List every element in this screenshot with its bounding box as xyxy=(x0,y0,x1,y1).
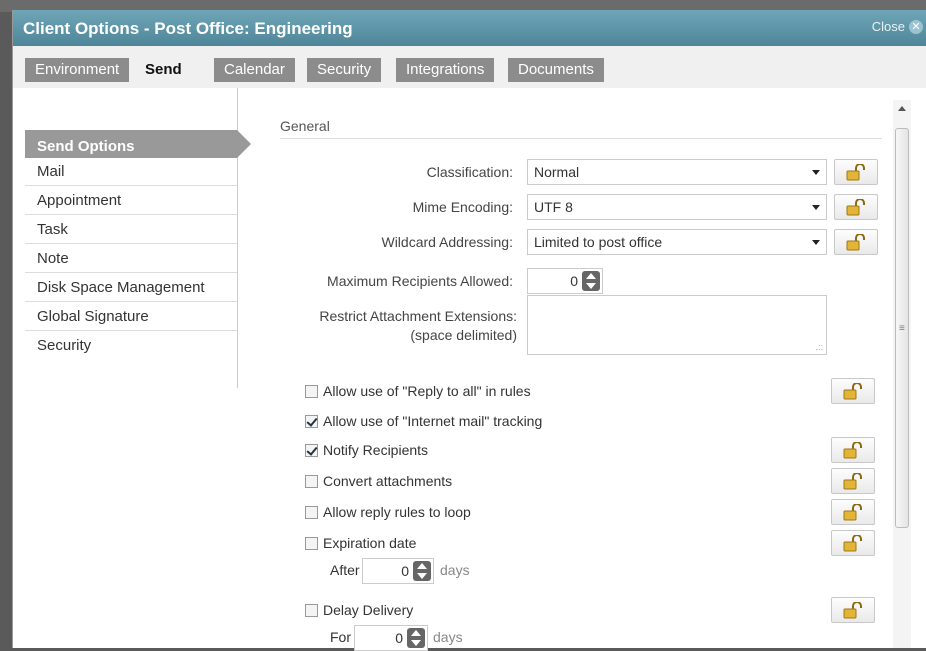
spin-arrows-icon[interactable] xyxy=(413,561,431,581)
tab-calendar[interactable]: Calendar xyxy=(214,58,295,82)
sidebar-item-global-signature[interactable]: Global Signature xyxy=(25,303,237,331)
tab-environment[interactable]: Environment xyxy=(25,58,130,82)
restrict-attachments-label: Restrict Attachment Extensions: xyxy=(319,308,517,324)
chevron-down-icon xyxy=(812,170,820,175)
checkbox-checked[interactable] xyxy=(305,443,318,457)
wildcard-addressing-value: Limited to post office xyxy=(534,234,663,250)
sidebar: Send Options Mail Appointment Task Note … xyxy=(25,88,251,388)
classification-value: Normal xyxy=(534,164,580,180)
mime-encoding-value: UTF 8 xyxy=(534,199,573,215)
dialog-title: Client Options - Post Office: Engineerin… xyxy=(23,19,353,38)
max-recipients-value: 0 xyxy=(570,273,578,289)
resize-grip-icon[interactable]: .:: xyxy=(815,342,823,352)
restrict-attachments-textarea[interactable]: .:: xyxy=(527,295,827,355)
unlocked-padlock-icon xyxy=(843,473,862,490)
delay-prefix: For xyxy=(330,629,351,645)
close-button[interactable]: Close ✕ xyxy=(872,19,923,34)
option-reply-to-all[interactable]: Allow use of "Reply to all" in rules xyxy=(305,380,531,402)
notify-recipients-lock-button[interactable] xyxy=(831,437,875,463)
unlocked-padlock-icon xyxy=(846,234,865,251)
unlocked-padlock-icon xyxy=(843,535,862,552)
option-label: Allow reply rules to loop xyxy=(323,504,471,520)
delay-days-value: 0 xyxy=(395,630,403,646)
option-label: Allow use of "Internet mail" tracking xyxy=(323,413,543,429)
option-notify-recipients[interactable]: Notify Recipients xyxy=(305,439,428,461)
dialog-titlebar: Client Options - Post Office: Engineerin… xyxy=(13,10,926,46)
sidebar-item-send-options[interactable]: Send Options xyxy=(25,130,251,158)
option-label: Convert attachments xyxy=(323,473,453,489)
wildcard-addressing-label: Wildcard Addressing: xyxy=(381,234,513,250)
vertical-scrollbar[interactable]: ≡ xyxy=(893,100,911,648)
checkbox-checked[interactable] xyxy=(305,414,318,428)
unlocked-padlock-icon xyxy=(843,504,862,521)
tab-integrations[interactable]: Integrations xyxy=(396,58,495,82)
mime-encoding-label: Mime Encoding: xyxy=(412,199,513,215)
wildcard-addressing-lock-button[interactable] xyxy=(834,229,878,255)
sidebar-item-security[interactable]: Security xyxy=(25,332,237,360)
checkbox[interactable] xyxy=(305,536,318,550)
chevron-down-icon xyxy=(812,240,820,245)
sidebar-item-appointment[interactable]: Appointment xyxy=(25,187,237,215)
section-divider xyxy=(280,138,882,139)
classification-select[interactable]: Normal xyxy=(527,159,827,185)
sidebar-item-task[interactable]: Task xyxy=(25,216,237,244)
checkbox[interactable] xyxy=(305,384,318,398)
scrollbar-thumb[interactable]: ≡ xyxy=(895,128,909,528)
expiration-prefix: After xyxy=(330,562,360,578)
unlocked-padlock-icon xyxy=(843,383,862,400)
tab-send[interactable]: Send xyxy=(135,58,192,82)
sidebar-item-disk-space-management[interactable]: Disk Space Management xyxy=(25,274,237,302)
unlocked-padlock-icon xyxy=(843,602,862,619)
close-icon[interactable]: ✕ xyxy=(909,19,923,34)
wildcard-addressing-select[interactable]: Limited to post office xyxy=(527,229,827,255)
reply-rules-loop-lock-button[interactable] xyxy=(831,499,875,525)
spin-arrows-icon[interactable] xyxy=(582,271,600,291)
sidebar-item-note[interactable]: Note xyxy=(25,245,237,273)
option-internet-mail-tracking[interactable]: Allow use of "Internet mail" tracking xyxy=(305,410,542,432)
option-expiration-date[interactable]: Expiration date xyxy=(305,532,416,554)
classification-label: Classification: xyxy=(426,164,513,180)
option-label: Delay Delivery xyxy=(323,602,414,618)
convert-attachments-lock-button[interactable] xyxy=(831,468,875,494)
mime-encoding-lock-button[interactable] xyxy=(834,194,878,220)
sidebar-item-mail[interactable]: Mail xyxy=(25,158,237,186)
client-options-dialog: Client Options - Post Office: Engineerin… xyxy=(12,10,926,651)
close-label: Close xyxy=(871,19,905,34)
option-label: Allow use of "Reply to all" in rules xyxy=(323,383,531,399)
checkbox[interactable] xyxy=(305,505,318,519)
expiration-days-stepper[interactable]: 0 xyxy=(362,558,434,584)
classification-lock-button[interactable] xyxy=(834,159,878,185)
mime-encoding-select[interactable]: UTF 8 xyxy=(527,194,827,220)
expiration-date-lock-button[interactable] xyxy=(831,530,875,556)
option-delay-delivery[interactable]: Delay Delivery xyxy=(305,599,413,621)
chevron-down-icon xyxy=(812,205,820,210)
expiration-suffix: days xyxy=(440,562,470,578)
option-reply-rules-loop[interactable]: Allow reply rules to loop xyxy=(305,501,471,523)
sidebar-active-arrow xyxy=(237,130,251,158)
spin-arrows-icon[interactable] xyxy=(407,628,425,648)
delay-days-stepper[interactable]: 0 xyxy=(354,625,428,651)
scroll-up-arrow-icon[interactable] xyxy=(898,106,906,111)
reply-to-all-lock-button[interactable] xyxy=(831,378,875,404)
option-label: Notify Recipients xyxy=(323,442,429,458)
unlocked-padlock-icon xyxy=(846,164,865,181)
delay-delivery-lock-button[interactable] xyxy=(831,597,875,623)
tab-bar: Environment Send Calendar Security Integ… xyxy=(13,46,926,88)
option-convert-attachments[interactable]: Convert attachments xyxy=(305,470,452,492)
max-recipients-label: Maximum Recipients Allowed: xyxy=(327,273,513,289)
tab-documents[interactable]: Documents xyxy=(508,58,604,82)
option-label: Expiration date xyxy=(323,535,417,551)
restrict-attachments-sublabel: (space delimited) xyxy=(410,327,517,343)
unlocked-padlock-icon xyxy=(846,199,865,216)
max-recipients-stepper[interactable]: 0 xyxy=(527,268,603,294)
expiration-days-value: 0 xyxy=(401,563,409,579)
checkbox[interactable] xyxy=(305,474,318,488)
grip-icon: ≡ xyxy=(899,323,905,334)
checkbox[interactable] xyxy=(305,603,318,617)
section-title-general: General xyxy=(280,118,330,134)
tab-security[interactable]: Security xyxy=(307,58,382,82)
dialog-body: Send Options Mail Appointment Task Note … xyxy=(13,88,926,651)
unlocked-padlock-icon xyxy=(843,442,862,459)
delay-suffix: days xyxy=(433,629,463,645)
